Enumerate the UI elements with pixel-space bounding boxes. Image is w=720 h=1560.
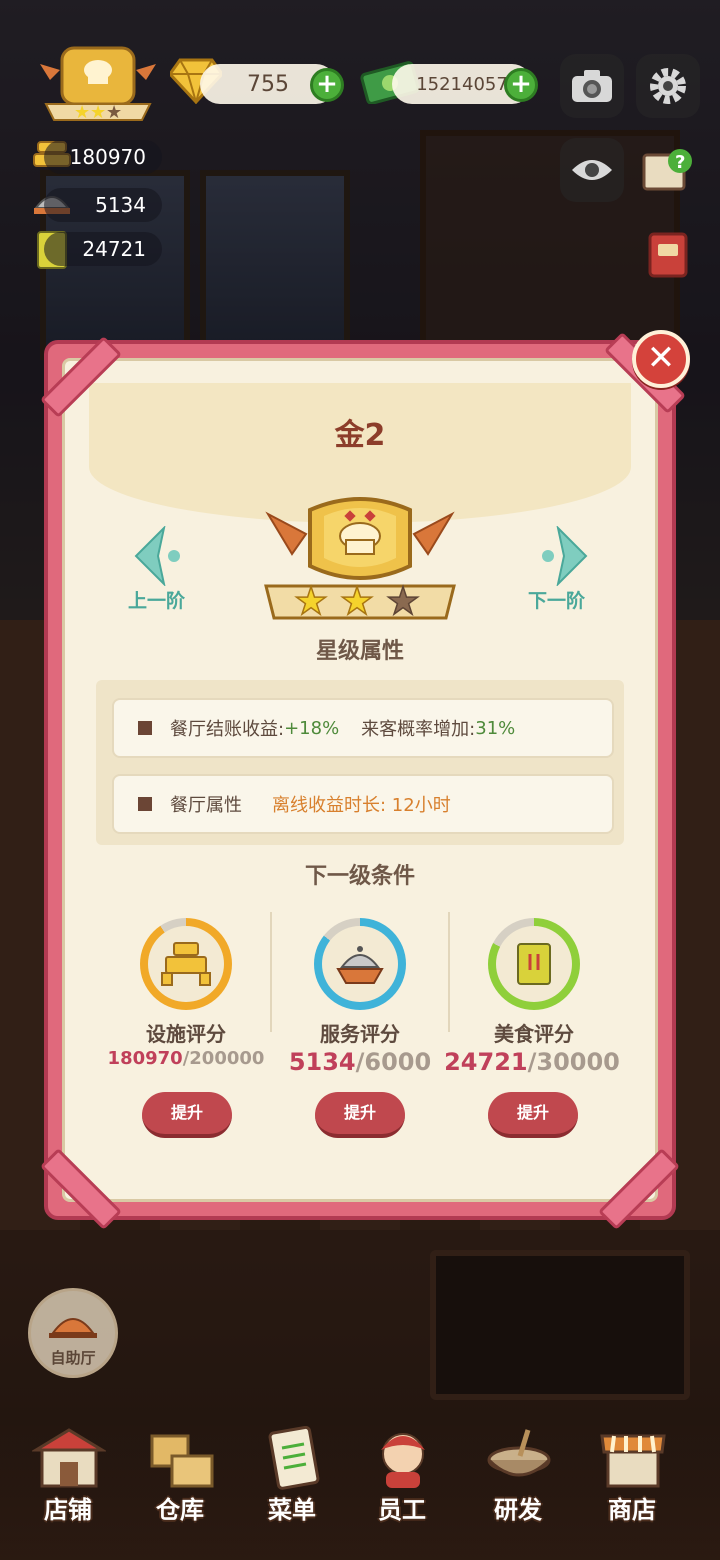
attribute-row-income: 餐厅结账收益: +18% 来客概率增加: 31% <box>112 698 614 758</box>
offline-income-duration: 离线收益时长: 12小时 <box>272 795 451 816</box>
nav-label: 商店 <box>608 1496 656 1524</box>
service-cloche-icon <box>336 946 384 984</box>
service-target: /6000 <box>355 1048 432 1076</box>
food-progress-text: 24721/30000 <box>432 1048 632 1076</box>
service-stat-value: 5134 <box>95 193 146 217</box>
buffet-hall-button[interactable]: 自助厅 <box>28 1288 118 1378</box>
nav-menu[interactable]: 菜单 <box>242 1420 342 1540</box>
storefront-icon <box>32 1428 106 1488</box>
service-rating-label: 服务评分 <box>320 1022 400 1046</box>
nav-warehouse[interactable]: 仓库 <box>130 1420 230 1540</box>
food-stat-value: 24721 <box>82 237 146 261</box>
next-rank-label[interactable]: 下一阶 <box>528 586 585 613</box>
camera-button[interactable] <box>560 54 624 118</box>
nav-research[interactable]: 研发 <box>468 1420 568 1540</box>
facility-progress-text: 180970/200000 <box>86 1048 286 1069</box>
eye-icon <box>572 160 612 180</box>
staff-avatar-icon <box>381 1433 425 1488</box>
previous-rank-label[interactable]: 上一阶 <box>128 586 185 613</box>
camera-icon <box>572 70 612 102</box>
service-current: 5134 <box>288 1048 356 1076</box>
nav-staff[interactable]: 员工 <box>352 1420 452 1540</box>
food-progress-ring <box>488 918 580 1010</box>
view-toggle-button[interactable] <box>560 138 624 202</box>
star-attributes-title: 星级属性 <box>315 639 404 664</box>
nav-label: 研发 <box>494 1496 542 1524</box>
close-button[interactable]: ✕ <box>632 330 690 388</box>
facility-icon <box>161 942 211 986</box>
gear-icon <box>650 68 686 104</box>
food-stat: 24721 <box>44 232 162 266</box>
previous-rank-arrow-icon[interactable] <box>134 526 194 586</box>
ring-center <box>148 926 224 1002</box>
facility-stat: 180970 <box>44 140 162 174</box>
svg-text:★: ★ <box>106 102 122 123</box>
menu-clipboard-icon <box>268 1426 320 1490</box>
svg-text:★: ★ <box>90 102 106 123</box>
restaurant-attribute-label: 餐厅属性 <box>170 795 242 816</box>
bullet-icon <box>138 721 152 735</box>
svg-text:★: ★ <box>74 102 90 123</box>
upgrade-facility-button[interactable]: 提升 <box>142 1092 232 1138</box>
ring-center <box>496 926 572 1002</box>
food-target: /30000 <box>527 1048 620 1076</box>
nav-label: 仓库 <box>156 1496 204 1524</box>
svg-text:★: ★ <box>340 579 374 623</box>
next-level-conditions-title: 下一级条件 <box>304 864 415 889</box>
nav-label: 员工 <box>378 1496 426 1524</box>
buffet-hall-label: 自助厅 <box>50 1349 96 1367</box>
svg-text:★: ★ <box>386 579 420 623</box>
nav-store[interactable]: 商店 <box>582 1420 682 1540</box>
food-book-icon <box>517 943 551 985</box>
rank-title: 金2 <box>334 418 386 453</box>
add-cash-button[interactable]: + <box>504 68 538 102</box>
attribute-row-offline: 餐厅属性 离线收益时长: 12小时 <box>112 774 614 834</box>
facility-rating-label: 设施评分 <box>146 1022 226 1046</box>
service-progress-ring <box>314 918 406 1010</box>
cooking-pot-icon <box>487 1429 551 1477</box>
guide-book-icon: ? <box>642 149 692 191</box>
close-icon: ✕ <box>646 338 676 378</box>
checkout-income-label: 餐厅结账收益: <box>170 719 285 740</box>
next-rank-arrow-icon[interactable] <box>528 526 588 586</box>
svg-text:?: ? <box>675 152 685 173</box>
recipe-book-icon <box>648 232 688 278</box>
guide-button[interactable]: ? <box>636 138 700 202</box>
gold-rank-badge-icon: ★ ★ ★ <box>264 497 456 624</box>
guest-rate-label: 来客概率增加: <box>361 719 476 740</box>
divider <box>448 912 450 1032</box>
upgrade-food-button[interactable]: 提升 <box>488 1092 578 1138</box>
facility-stat-value: 180970 <box>69 145 146 169</box>
facility-progress-ring <box>140 918 232 1010</box>
guest-rate-value: 31% <box>475 717 516 739</box>
upgrade-service-button[interactable]: 提升 <box>315 1092 405 1138</box>
facility-target: /200000 <box>182 1048 265 1069</box>
add-gems-button[interactable]: + <box>310 68 344 102</box>
service-progress-text: 5134/6000 <box>260 1048 460 1076</box>
restaurant-rank-icon[interactable]: ★ ★ ★ <box>36 40 160 130</box>
nav-label: 菜单 <box>268 1496 316 1524</box>
food-current: 24721 <box>444 1048 528 1076</box>
facility-current: 180970 <box>107 1048 183 1069</box>
service-stat: 5134 <box>44 188 162 222</box>
divider <box>270 912 272 1032</box>
checkout-income-value: +18% <box>284 717 340 739</box>
nav-shop-store[interactable]: 店铺 <box>18 1420 118 1540</box>
recipe-book-button[interactable] <box>636 222 700 286</box>
svg-text:★: ★ <box>294 579 328 623</box>
settings-button[interactable] <box>636 54 700 118</box>
nav-label: 店铺 <box>44 1496 92 1524</box>
food-rating-label: 美食评分 <box>494 1022 574 1046</box>
cloche-icon <box>49 1318 97 1338</box>
bullet-icon <box>138 797 152 811</box>
market-stall-icon <box>600 1434 666 1488</box>
boxes-icon <box>150 1434 214 1488</box>
ring-center <box>322 926 398 1002</box>
